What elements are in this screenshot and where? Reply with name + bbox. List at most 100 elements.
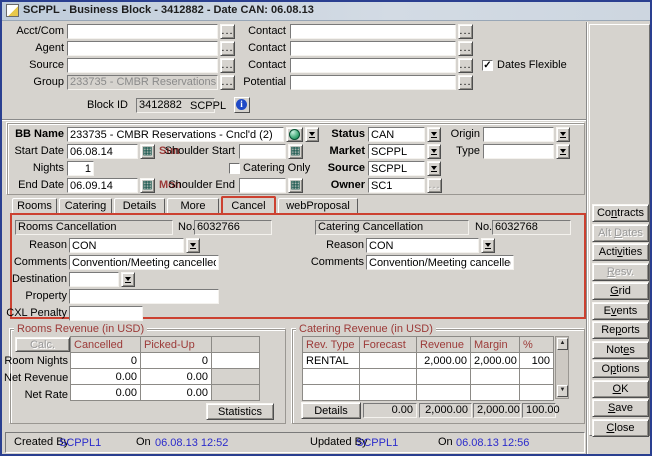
rooms-reason-dropdown-button[interactable]: [186, 238, 200, 253]
market-field[interactable]: [368, 144, 425, 159]
start-date-calendar-button[interactable]: ▦: [140, 144, 155, 159]
tab-rooms[interactable]: Rooms: [12, 198, 57, 214]
catering-revenue-title: Catering Revenue (in USD): [296, 323, 436, 336]
nights-field[interactable]: [67, 161, 94, 176]
shoulder-end-field[interactable]: [239, 178, 286, 193]
contact1-label: Contact: [230, 24, 286, 39]
start-date-field[interactable]: [67, 144, 138, 159]
options-button[interactable]: Options: [592, 360, 649, 378]
resv-button[interactable]: Resv.: [592, 263, 649, 281]
origin-field[interactable]: [483, 127, 554, 142]
catering-only-checkbox[interactable]: [229, 163, 240, 174]
info-icon: i: [236, 99, 247, 110]
revenue-cell[interactable]: 2,000.00: [417, 353, 471, 369]
owner-lov-button[interactable]: ...: [427, 178, 442, 193]
end-date-calendar-button[interactable]: ▦: [140, 178, 155, 193]
destination-dropdown-button[interactable]: [121, 272, 135, 287]
info-button[interactable]: i: [234, 97, 250, 113]
status-field[interactable]: [368, 127, 425, 142]
status-label: Status: [320, 127, 365, 142]
percent-cell[interactable]: 100: [520, 353, 554, 369]
shoulder-start-field[interactable]: [239, 144, 286, 159]
origin-dropdown-button[interactable]: [556, 127, 570, 142]
reports-button[interactable]: Reports: [592, 321, 649, 339]
source2-field[interactable]: [368, 161, 425, 176]
dropdown-arrow-icon: [485, 243, 491, 249]
property-field-label: Property: [4, 289, 67, 304]
potential-field[interactable]: [290, 75, 456, 90]
group-field: 233735 - CMBR Reservations - Cncl'd (2): [67, 75, 218, 90]
acct-com-field[interactable]: [67, 24, 218, 39]
cxl-penalty-field[interactable]: [69, 306, 143, 321]
rooms-reason-field[interactable]: [69, 238, 184, 253]
type-field[interactable]: [483, 144, 554, 159]
scroll-down-icon[interactable]: ▼: [557, 385, 568, 397]
net-rate-cancelled: 0.00: [71, 385, 141, 401]
alt-dates-button[interactable]: Alt Dates: [592, 224, 649, 242]
dropdown-arrow-icon: [125, 277, 131, 283]
potential-lov-button[interactable]: ...: [458, 75, 473, 90]
events-button[interactable]: Events: [592, 302, 649, 320]
origin-label: Origin: [435, 127, 480, 142]
catering-reason-label: Reason: [301, 238, 364, 253]
tab-webproposal[interactable]: webProposal: [278, 198, 358, 214]
title-bar[interactable]: SCPPL - Business Block - 3412882 - Date …: [2, 2, 650, 21]
contracts-button[interactable]: Contracts: [592, 204, 649, 222]
save-button[interactable]: Save: [592, 399, 649, 417]
source2-dropdown-button[interactable]: [427, 161, 441, 176]
agent-field[interactable]: [67, 41, 218, 56]
property-field[interactable]: [69, 289, 219, 304]
contact1-lov-button[interactable]: ...: [458, 24, 473, 39]
activities-button[interactable]: Activities: [592, 243, 649, 261]
catering-reason-dropdown-button[interactable]: [481, 238, 495, 253]
margin-total: 2,000.00: [473, 403, 521, 418]
col-cancelled: Cancelled: [71, 337, 141, 353]
forecast-total: 0.00: [363, 403, 417, 418]
shoulder-start-calendar-button[interactable]: ▦: [288, 144, 303, 159]
forecast-cell[interactable]: [360, 353, 417, 369]
bb-name-globe-button[interactable]: [286, 127, 303, 142]
contact2-lov-button[interactable]: ...: [458, 41, 473, 56]
close-button[interactable]: Close: [592, 419, 649, 437]
details-button[interactable]: Details: [301, 402, 361, 419]
owner-field[interactable]: [368, 178, 425, 193]
notes-button[interactable]: Notes: [592, 341, 649, 359]
contact1-field[interactable]: [290, 24, 456, 39]
rooms-no-label: No.: [178, 220, 195, 235]
net-rate-picked: 0.00: [141, 385, 212, 401]
catering-reason-field[interactable]: [366, 238, 479, 253]
market-label: Market: [320, 144, 365, 159]
shoulder-start-label: Shoulder Start: [162, 144, 235, 159]
source-label: Source: [6, 58, 64, 73]
rooms-comments-field[interactable]: [69, 255, 219, 270]
acct-com-label: Acct/Com: [6, 24, 64, 39]
rev-type-cell[interactable]: RENTAL: [303, 353, 360, 369]
contact3-lov-button[interactable]: ...: [458, 58, 473, 73]
scroll-up-icon[interactable]: ▲: [557, 338, 568, 350]
end-date-field[interactable]: [67, 178, 138, 193]
statistics-button[interactable]: Statistics: [206, 403, 274, 420]
contact3-field[interactable]: [290, 58, 456, 73]
bb-name-field[interactable]: [67, 127, 284, 142]
ok-button[interactable]: OK: [592, 380, 649, 398]
dropdown-arrow-icon: [190, 243, 196, 249]
tab-catering[interactable]: Catering: [59, 198, 112, 214]
grid-button[interactable]: Grid: [592, 282, 649, 300]
source-field[interactable]: [67, 58, 218, 73]
tab-details[interactable]: Details: [114, 198, 165, 214]
dates-flexible-checkbox[interactable]: ✓: [482, 60, 493, 71]
catering-comments-field[interactable]: [366, 255, 514, 270]
catering-table-scrollbar[interactable]: ▲ ▼: [555, 336, 569, 399]
room-nights-cancelled: 0: [71, 353, 141, 369]
margin-cell[interactable]: 2,000.00: [471, 353, 520, 369]
type-dropdown-button[interactable]: [556, 144, 570, 159]
shoulder-end-calendar-button[interactable]: ▦: [288, 178, 303, 193]
bb-name-dropdown-button[interactable]: [305, 127, 319, 142]
destination-field[interactable]: [69, 272, 119, 287]
calc-button[interactable]: Calc.: [15, 337, 70, 352]
tab-more[interactable]: More: [167, 198, 219, 214]
contact2-field[interactable]: [290, 41, 456, 56]
net-rate-row-label: Net Rate: [4, 388, 68, 403]
rooms-cancellation-number: 6032766: [194, 220, 272, 235]
business-block-window: SCPPL - Business Block - 3412882 - Date …: [0, 0, 652, 456]
